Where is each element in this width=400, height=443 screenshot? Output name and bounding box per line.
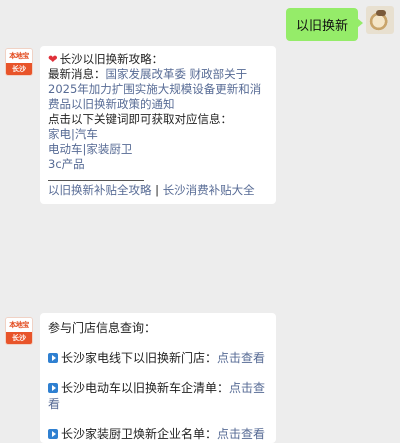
store-item: 长沙家电线下以旧换新门店：点击查看: [48, 350, 268, 366]
store-item-text: 长沙家电线下以旧换新门店：: [61, 351, 218, 365]
store-item: 长沙家装厨卫焕新企业名单：点击查看: [48, 426, 268, 442]
view-link[interactable]: 点击查看: [217, 427, 265, 441]
subsidy-guide-link[interactable]: 以旧换新补贴全攻略: [48, 183, 152, 197]
keyword-link-appliance-car[interactable]: 家电|汽车: [48, 127, 268, 142]
guide-heading-text: 长沙以旧换新攻略：: [59, 52, 164, 66]
consumer-subsidy-link[interactable]: 长沙消费补贴大全: [163, 183, 255, 197]
bot-logo-text: 本地宝: [6, 318, 32, 332]
divider: [48, 180, 144, 181]
user-message-row: 以旧换新: [285, 6, 394, 41]
keyword-link-3c[interactable]: 3c产品: [48, 157, 268, 172]
heart-icon: ❤: [48, 52, 58, 66]
user-message-bubble[interactable]: 以旧换新: [285, 8, 364, 41]
reply-card-stores: 参与门店信息查询： 长沙家电线下以旧换新门店：点击查看 长沙电动车以旧换新车企清…: [40, 313, 276, 443]
bot-logo-text: 本地宝: [6, 49, 32, 63]
bot-avatar[interactable]: 本地宝 长沙: [5, 48, 33, 76]
keyword-link-ebike-home[interactable]: 电动车|家装厨卫: [48, 142, 268, 157]
store-item: 长沙电动车以旧换新车企清单：点击查看: [48, 380, 268, 412]
footer-separator: |: [151, 183, 163, 197]
stores-heading: 参与门店信息查询：: [48, 321, 157, 335]
footer-links: 以旧换新补贴全攻略 | 长沙消费补贴大全: [48, 183, 268, 198]
bot-avatar-2[interactable]: 本地宝 长沙: [5, 317, 33, 345]
play-icon: [48, 353, 58, 363]
store-item-text: 长沙电动车以旧换新车企清单：: [61, 381, 230, 395]
keyword-prompt: 点击以下关键词即可获取对应信息：: [48, 112, 232, 126]
user-avatar[interactable]: [366, 6, 394, 34]
bot-logo-city: 长沙: [6, 63, 32, 75]
reply-card-guide: ❤ 长沙以旧换新攻略： 最新消息：国家发展改革委 财政部关于2025年加力扩围实施…: [40, 46, 276, 204]
news-label: 最新消息：: [48, 67, 106, 81]
store-item-text: 长沙家装厨卫焕新企业名单：: [61, 427, 218, 441]
view-link[interactable]: 点击查看: [217, 351, 265, 365]
latest-news: 最新消息：国家发展改革委 财政部关于2025年加力扩围实施大规模设备更新和消费品…: [48, 67, 268, 112]
play-icon: [48, 383, 58, 393]
guide-heading: ❤ 长沙以旧换新攻略：: [48, 52, 268, 67]
bot-logo-city: 长沙: [6, 332, 32, 344]
play-icon: [48, 429, 58, 439]
